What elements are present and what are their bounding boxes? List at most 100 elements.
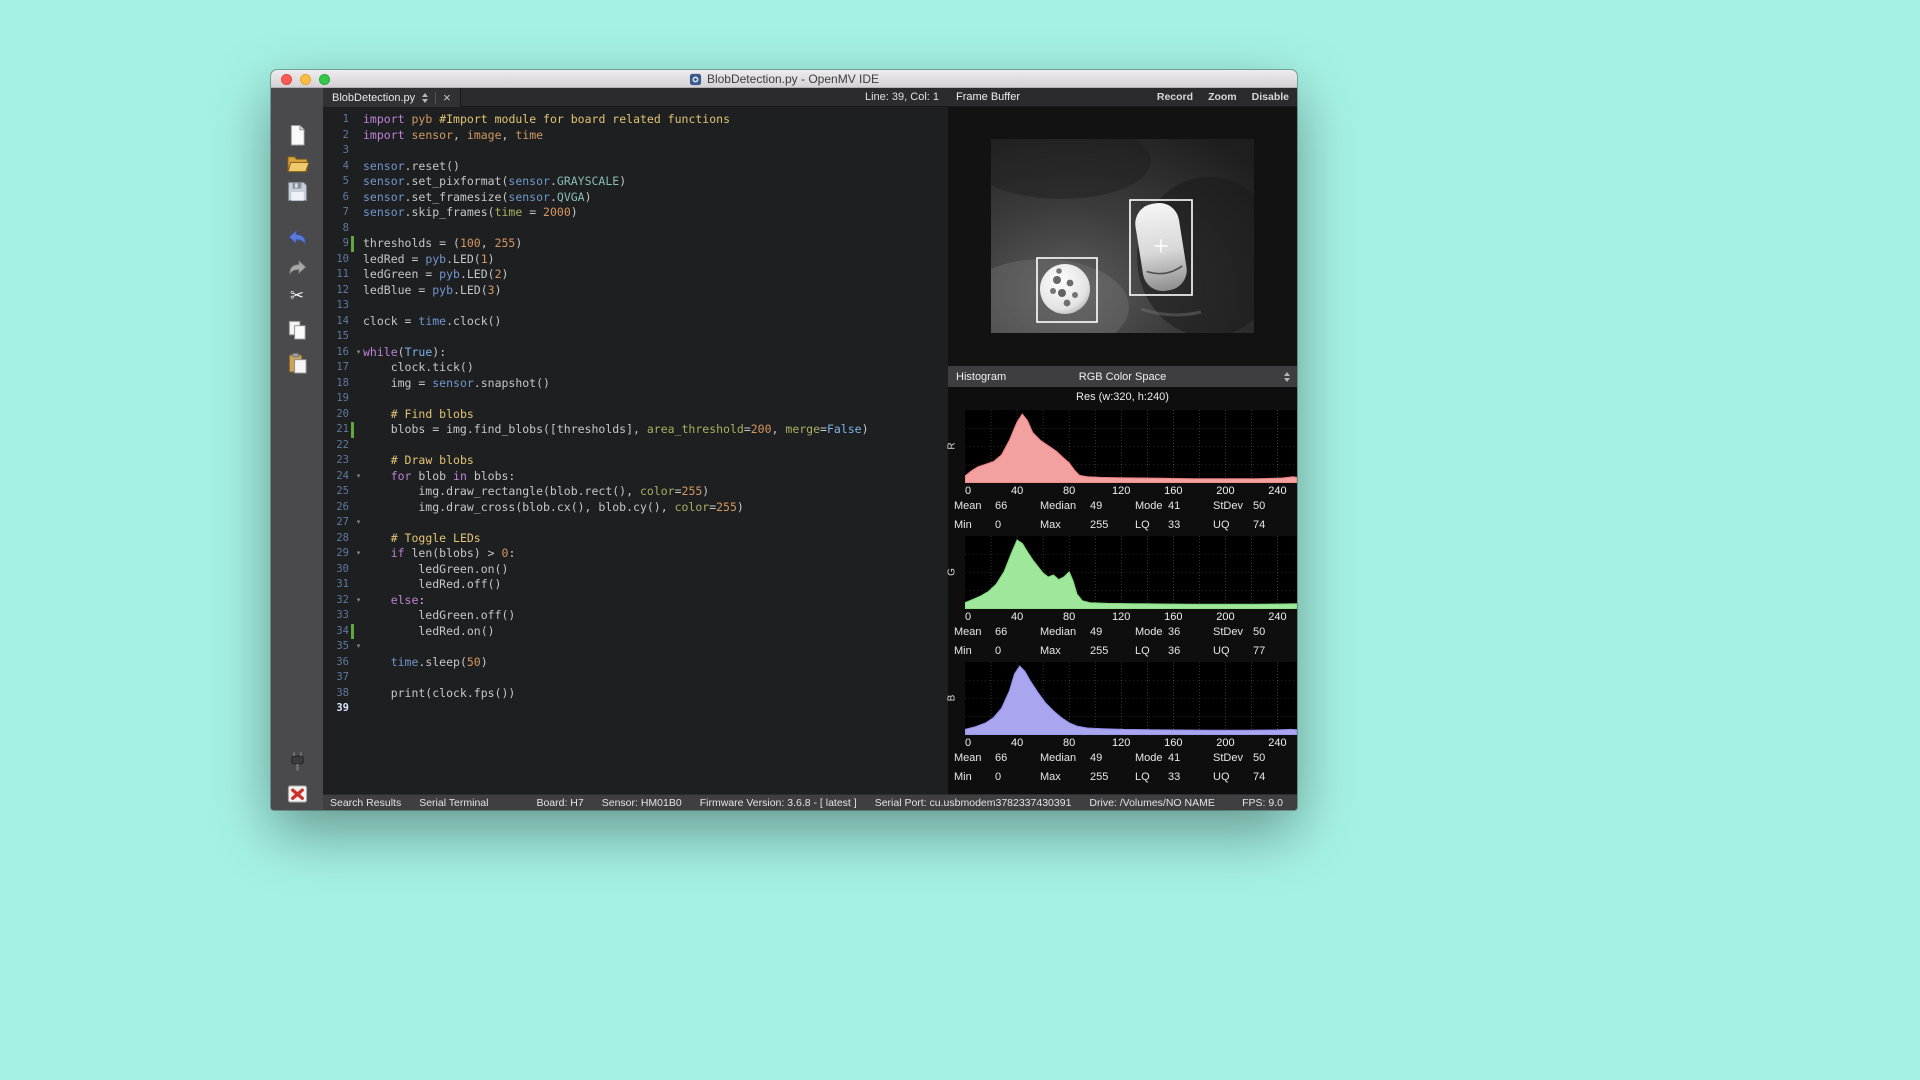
color-space-select[interactable]: RGB Color Space [948,371,1297,383]
code-line[interactable]: 23 # Draw blobs [323,453,948,469]
record-button[interactable]: Record [1157,91,1193,103]
code-line[interactable]: 16▾while(True): [323,345,948,361]
title-bar[interactable]: BlobDetection.py - OpenMV IDE [271,70,1297,88]
code-line[interactable]: 12ledBlue = pyb.LED(3) [323,283,948,299]
line-number: 7 [323,205,349,221]
copy-button[interactable] [284,317,310,343]
code-line[interactable]: 31 ledRed.off() [323,577,948,593]
tab-separator [435,92,436,104]
stat-label: Min [954,519,972,531]
fold-spacer [354,438,363,454]
code-line[interactable]: 27▾ [323,515,948,531]
code-line[interactable]: 8 [323,221,948,237]
close-tab-icon[interactable]: × [443,89,451,106]
window-title-text: BlobDetection.py - OpenMV IDE [707,72,879,86]
code-line[interactable]: 36 time.sleep(50) [323,655,948,671]
cursor-position: Line: 39, Col: 1 [865,88,939,107]
fold-marker-icon[interactable]: ▾ [354,469,363,485]
fold-marker-icon[interactable]: ▾ [354,345,363,361]
search-results-tab[interactable]: Search Results [330,797,401,809]
code-line[interactable]: 14clock = time.clock() [323,314,948,330]
undo-button[interactable] [284,225,310,251]
fold-spacer [354,221,363,237]
stat-label: Mode [1135,626,1163,638]
code-line[interactable]: 25 img.draw_rectangle(blob.rect(), color… [323,484,948,500]
fold-marker-icon[interactable]: ▾ [354,515,363,531]
histogram-area [965,414,1297,483]
code-line[interactable]: 33 ledGreen.off() [323,608,948,624]
code-editor[interactable]: 1import pyb #Import module for board rel… [323,107,948,794]
code-line[interactable]: 1import pyb #Import module for board rel… [323,112,948,128]
code-line[interactable]: 17 clock.tick() [323,360,948,376]
cut-icon: ✂ [290,286,304,306]
code-line[interactable]: 34 ledRed.on() [323,624,948,640]
code-text: time.sleep(50) [363,655,488,671]
code-text: ledRed.on() [363,624,495,640]
disconnect-button[interactable] [284,780,310,806]
stat-value: 50 [1253,500,1265,512]
camera-frame[interactable] [991,139,1254,333]
code-line[interactable]: 15 [323,329,948,345]
color-space-stepper-icon[interactable] [1284,372,1290,382]
stat-label: Median [1040,500,1076,512]
code-line[interactable]: 3 [323,143,948,159]
stat-label: Median [1040,626,1076,638]
zoom-button[interactable]: Zoom [1208,91,1237,103]
connect-button[interactable] [284,748,310,774]
code-line[interactable]: 29▾ if len(blobs) > 0: [323,546,948,562]
line-number: 20 [323,407,349,423]
stat-label: Median [1040,752,1076,764]
code-line[interactable]: 37 [323,670,948,686]
cut-button[interactable]: ✂ [284,283,310,309]
fold-marker-icon[interactable]: ▾ [354,593,363,609]
open-file-button[interactable] [284,150,310,176]
fold-spacer [354,655,363,671]
code-line[interactable]: 18 img = sensor.snapshot() [323,376,948,392]
code-line[interactable]: 24▾ for blob in blobs: [323,469,948,485]
stat-value: 50 [1253,626,1265,638]
code-line[interactable]: 35▾ [323,639,948,655]
code-line[interactable]: 2import sensor, image, time [323,128,948,144]
line-number: 15 [323,329,349,345]
code-line[interactable]: 30 ledGreen.on() [323,562,948,578]
code-line[interactable]: 38 print(clock.fps()) [323,686,948,702]
disable-button[interactable]: Disable [1252,91,1289,103]
new-file-button[interactable] [284,122,310,148]
right-panel: Histogram RGB Color Space Res (w:320, h:… [948,107,1297,794]
serial-terminal-tab[interactable]: Serial Terminal [419,797,488,809]
tick-label: 40 [1011,611,1023,623]
resolution-label: Res (w:320, h:240) [948,391,1297,403]
tab-blobdetection[interactable]: BlobDetection.py × [323,88,461,107]
code-text: # Draw blobs [363,453,474,469]
code-line[interactable]: 7sensor.skip_frames(time = 2000) [323,205,948,221]
code-line[interactable]: 6sensor.set_framesize(sensor.QVGA) [323,190,948,206]
code-line[interactable]: 9thresholds = (100, 255) [323,236,948,252]
code-line[interactable]: 26 img.draw_cross(blob.cx(), blob.cy(), … [323,500,948,516]
code-line[interactable]: 20 # Find blobs [323,407,948,423]
code-line[interactable]: 13 [323,298,948,314]
line-number: 32 [323,593,349,609]
tick-label: 160 [1164,737,1182,749]
code-line[interactable]: 4sensor.reset() [323,159,948,175]
code-line[interactable]: 22 [323,438,948,454]
stat-value: 66 [995,752,1007,764]
histogram-area [965,540,1297,609]
line-number: 30 [323,562,349,578]
fold-marker-icon[interactable]: ▾ [354,639,363,655]
code-line[interactable]: 19 [323,391,948,407]
code-line[interactable]: 5sensor.set_pixformat(sensor.GRAYSCALE) [323,174,948,190]
code-line[interactable]: 11ledGreen = pyb.LED(2) [323,267,948,283]
fold-spacer [354,190,363,206]
save-file-button[interactable] [284,178,310,204]
code-line[interactable]: 10ledRed = pyb.LED(1) [323,252,948,268]
fold-marker-icon[interactable]: ▾ [354,546,363,562]
tick-label: 200 [1216,611,1234,623]
redo-button[interactable] [284,255,310,281]
line-number: 39 [323,701,349,717]
file-switcher-stepper-icon[interactable] [422,93,428,103]
code-line[interactable]: 39 [323,701,948,717]
paste-button[interactable] [284,350,310,376]
code-line[interactable]: 28 # Toggle LEDs [323,531,948,547]
code-line[interactable]: 21 blobs = img.find_blobs([thresholds], … [323,422,948,438]
code-line[interactable]: 32▾ else: [323,593,948,609]
